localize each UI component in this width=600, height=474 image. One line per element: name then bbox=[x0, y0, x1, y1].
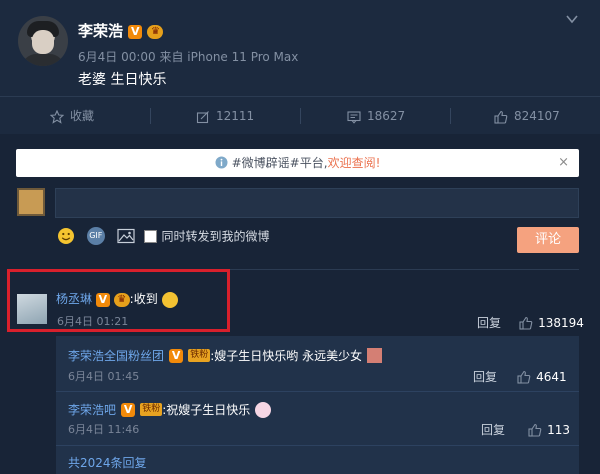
verified-badge-icon: V bbox=[169, 348, 184, 363]
thumbs-up-icon bbox=[494, 110, 508, 124]
repost-checkbox[interactable] bbox=[144, 229, 158, 243]
sticker-image bbox=[367, 348, 383, 363]
post-meta: 6月4日 00:00 来自 iPhone 11 Pro Max bbox=[78, 50, 299, 64]
reply-item: 李荣浩全国粉丝团 V 铁粉:嫂子生日快乐哟 永远美少女 bbox=[68, 345, 383, 364]
comment-like-button[interactable]: 138194 bbox=[519, 312, 584, 331]
verified-badge-icon: V bbox=[128, 24, 143, 39]
image-icon[interactable] bbox=[117, 228, 135, 244]
author-name-text[interactable]: 李荣浩 bbox=[78, 22, 123, 40]
thumbs-up-icon bbox=[528, 423, 542, 437]
like-button[interactable]: 824107 bbox=[494, 97, 560, 135]
comment-like-count: 138194 bbox=[538, 316, 584, 330]
reply-text: :嫂子生日快乐哟 永远美少女 bbox=[210, 349, 363, 363]
favorite-label: 收藏 bbox=[70, 109, 95, 123]
reply-user-name[interactable]: 李荣浩吧 bbox=[68, 403, 116, 417]
reply-button[interactable]: 回复 bbox=[473, 368, 497, 385]
repost-count: 12111 bbox=[216, 109, 255, 123]
fan-tag: 铁粉 bbox=[188, 349, 211, 362]
reply-button[interactable]: 回复 bbox=[477, 314, 501, 331]
highlight-box bbox=[7, 269, 230, 332]
close-icon[interactable]: × bbox=[558, 149, 569, 177]
reply-item: 李荣浩吧 V 铁粉:祝嫂子生日快乐 bbox=[68, 399, 272, 418]
vip-crown-icon: ♛ bbox=[147, 24, 164, 39]
more-replies-link[interactable]: 共2024条回复 bbox=[68, 454, 147, 471]
chevron-down-icon[interactable] bbox=[565, 12, 579, 26]
repost-icon bbox=[196, 110, 209, 123]
favorite-button[interactable]: 收藏 bbox=[49, 97, 95, 135]
reply-like-button[interactable]: 113 bbox=[528, 419, 570, 438]
action-bar: 收藏 12111 18627 824107 bbox=[0, 96, 600, 135]
reply-button[interactable]: 回复 bbox=[481, 421, 505, 438]
comment-icon bbox=[347, 110, 361, 124]
author-name[interactable]: 李荣浩 V ♛ bbox=[78, 20, 164, 41]
reply-like-button[interactable]: 4641 bbox=[517, 366, 567, 385]
reply-text: :祝嫂子生日快乐 bbox=[162, 403, 251, 417]
star-icon bbox=[49, 109, 65, 124]
thumbs-up-icon bbox=[517, 370, 531, 384]
rumor-notice-banner: #微博辟谣#平台,欢迎查阅! × bbox=[16, 149, 579, 177]
bunny-emoji-icon bbox=[255, 401, 272, 418]
fan-tag: 铁粉 bbox=[140, 403, 163, 416]
emoji-icon[interactable] bbox=[57, 227, 75, 245]
reply-time: 6月4日 01:45 bbox=[68, 370, 140, 383]
comment-count: 18627 bbox=[367, 109, 406, 123]
thumbs-up-icon bbox=[519, 316, 533, 330]
like-count: 824107 bbox=[514, 109, 560, 123]
info-icon bbox=[215, 156, 228, 169]
notice-text: #微博辟谣#平台, bbox=[231, 156, 328, 170]
my-avatar[interactable] bbox=[17, 188, 45, 216]
divider bbox=[56, 445, 579, 446]
repost-button[interactable]: 12111 bbox=[196, 97, 254, 135]
submit-comment-button[interactable]: 评论 bbox=[517, 227, 579, 253]
divider bbox=[56, 391, 579, 392]
reply-like-count: 4641 bbox=[536, 370, 567, 384]
gif-icon[interactable]: GIF bbox=[86, 227, 105, 245]
comment-input[interactable] bbox=[55, 188, 579, 218]
author-avatar[interactable] bbox=[18, 16, 68, 66]
comment-button[interactable]: 18627 bbox=[347, 97, 405, 135]
reply-time: 6月4日 11:46 bbox=[68, 423, 140, 436]
repost-checkbox-label[interactable]: 同时转发到我的微博 bbox=[161, 230, 269, 244]
post-text: 老婆 生日快乐 bbox=[78, 72, 167, 88]
reply-like-count: 113 bbox=[547, 423, 570, 437]
reply-user-name[interactable]: 李荣浩全国粉丝团 bbox=[68, 349, 164, 363]
verified-badge-icon: V bbox=[121, 402, 136, 417]
notice-link[interactable]: 欢迎查阅! bbox=[328, 156, 381, 170]
composer-toolbar: GIF 同时转发到我的微博 bbox=[57, 227, 270, 247]
